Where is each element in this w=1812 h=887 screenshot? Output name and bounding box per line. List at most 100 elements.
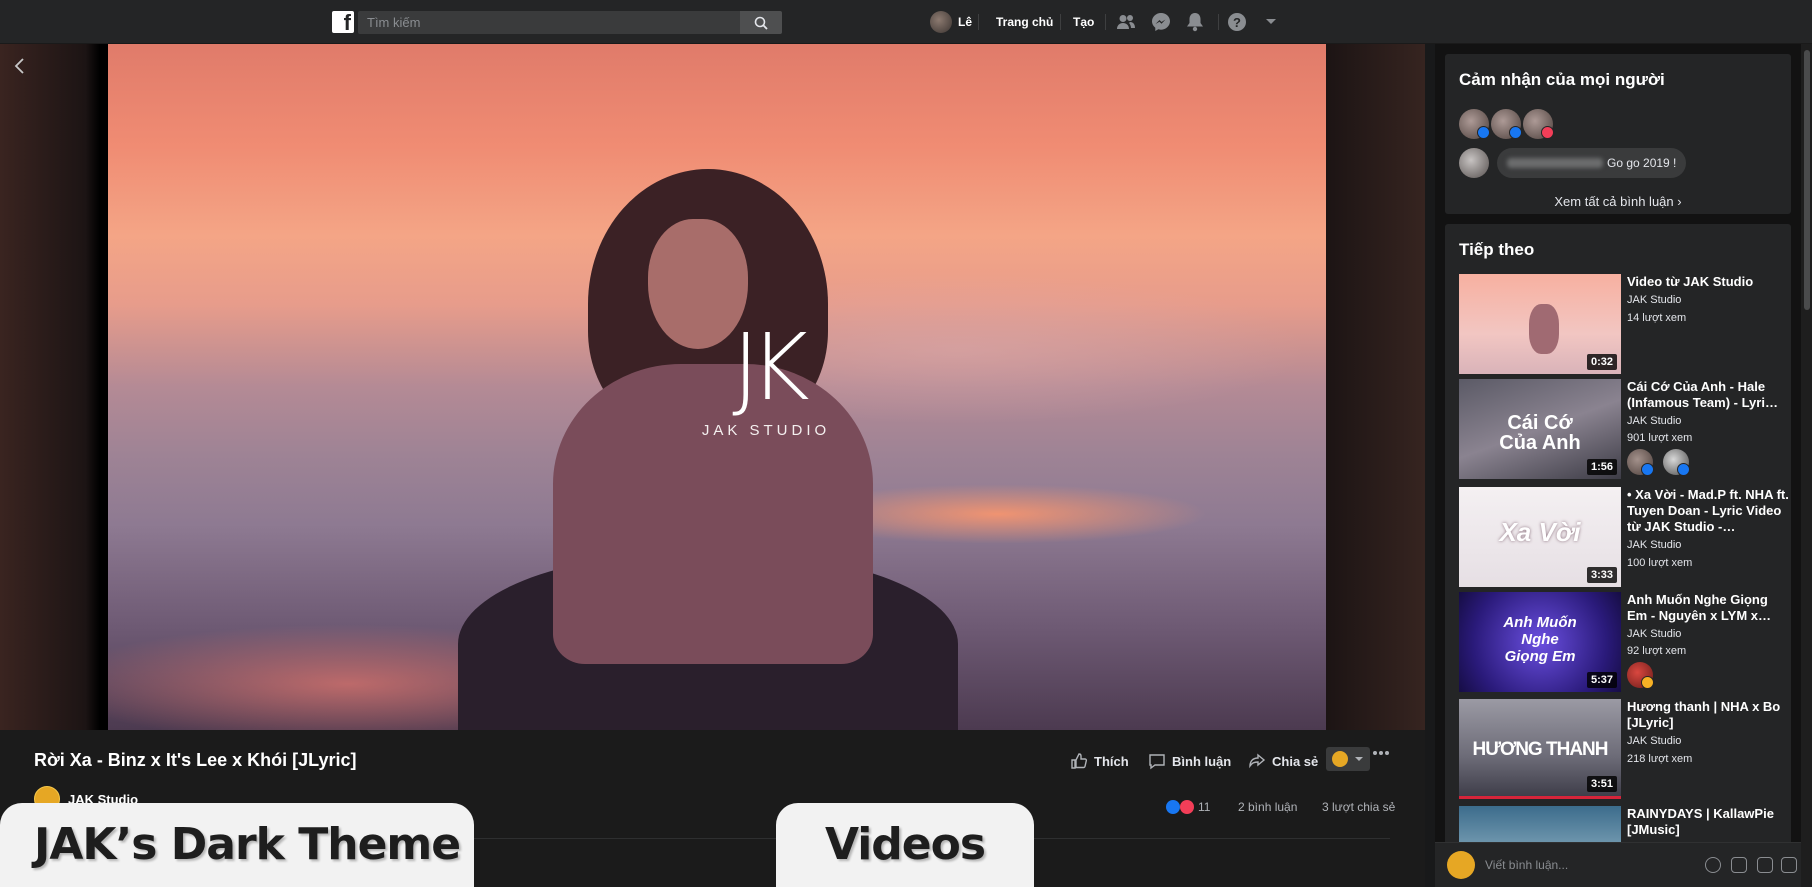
like-badge-icon	[1641, 463, 1654, 476]
comment-bubble[interactable]: Go go 2019 !	[1497, 148, 1687, 178]
love-reaction-icon	[1180, 800, 1194, 814]
like-badge-icon	[1477, 126, 1490, 139]
up-next-video-title: Video từ JAK Studio	[1627, 274, 1754, 289]
reaction-selector[interactable]	[1326, 747, 1370, 771]
duration-badge: 0:32	[1586, 354, 1617, 370]
up-next-item[interactable]: Xa Vời 3:33 • Xa Vời - Mad.P ft. NHA ft.…	[1459, 487, 1789, 587]
thumbnail-title-text: Cái Cớ Của Anh	[1499, 412, 1581, 454]
video-thumbnail[interactable]: Cái Cớ Của Anh 1:56	[1459, 379, 1621, 479]
duration-badge: 3:51	[1586, 776, 1617, 792]
divider	[1060, 14, 1061, 30]
up-next-item[interactable]: Anh Muốn Nghe Giọng Em 5:37 Anh Muốn Ngh…	[1459, 592, 1789, 692]
video-thumbnail[interactable]: Anh Muốn Nghe Giọng Em 5:37	[1459, 592, 1621, 692]
create-link[interactable]: Tạo	[1073, 15, 1094, 29]
messenger-icon[interactable]	[1150, 12, 1172, 32]
up-next-video-title: Hương thanh | NHA x Bo [JLyric]	[1627, 699, 1781, 730]
watermark-text: JAK STUDIO	[701, 422, 831, 439]
thumbnail-figure	[1529, 304, 1559, 354]
like-badge-icon	[1677, 463, 1690, 476]
avatar[interactable]	[1627, 449, 1654, 476]
share-arrow-icon	[1249, 753, 1266, 769]
thumbnail-title-text: Xa Vời	[1499, 517, 1581, 547]
section-banner-label: Videos	[776, 803, 1034, 887]
love-badge-icon	[1541, 126, 1554, 139]
video-thumbnail[interactable]: 0:32	[1459, 274, 1621, 374]
video-stage: JK JAK STUDIO	[0, 44, 1425, 730]
help-icon[interactable]: ?	[1226, 12, 1248, 32]
facebook-logo-icon[interactable]: f	[332, 11, 354, 33]
like-badge-icon	[1509, 126, 1522, 139]
share-button[interactable]: Chia sẻ	[1248, 752, 1318, 770]
sidebar-scrollbar[interactable]	[1801, 44, 1812, 887]
right-sidebar: Cảm nhận của mọi người Go go 2019 ! Xem …	[1435, 44, 1801, 887]
home-link[interactable]: Trang chủ	[996, 15, 1053, 29]
up-next-item[interactable]: 0:32 Video từ JAK Studio JAK Studio 14 l…	[1459, 274, 1789, 374]
see-all-label: Xem tất cả bình luận	[1554, 194, 1674, 209]
back-arrow-icon[interactable]	[10, 56, 30, 76]
comment-input[interactable]	[1485, 852, 1705, 878]
theme-banner-label: JAK’s Dark Theme	[0, 803, 474, 887]
chevron-right-icon: ›	[1677, 194, 1682, 209]
up-next-video-title: Cái Cớ Của Anh - Hale (Infamous Team) - …	[1627, 379, 1778, 410]
scrollbar-thumb[interactable]	[1804, 50, 1810, 310]
search-button[interactable]	[740, 11, 782, 34]
search-input[interactable]	[358, 11, 740, 34]
comment-preview: Go go 2019 !	[1459, 148, 1687, 178]
camera-icon[interactable]	[1731, 857, 1747, 873]
comment-label: Bình luận	[1172, 753, 1232, 769]
sticker-icon[interactable]	[1781, 857, 1797, 873]
share-label: Chia sẻ	[1272, 753, 1319, 769]
share-count[interactable]: 3 lượt chia sẻ	[1322, 800, 1395, 814]
up-next-video-title: Anh Muốn Nghe Giọng Em - Nguyên x LYM x…	[1627, 592, 1771, 623]
up-next-video-title: • Xa Vời - Mad.P ft. NHA ft. Tuyen Doan …	[1627, 487, 1789, 534]
user-name: Lê	[958, 15, 973, 29]
chevron-down-icon	[1355, 757, 1363, 761]
see-all-comments-link[interactable]: Xem tất cả bình luận ›	[1445, 194, 1791, 209]
comment-count[interactable]: 2 bình luận	[1238, 800, 1297, 814]
up-next-item[interactable]: Cái Cớ Của Anh 1:56 Cái Cớ Của Anh - Hal…	[1459, 379, 1789, 479]
like-button[interactable]: Thích	[1070, 752, 1129, 770]
jak-monogram: JK	[732, 314, 809, 421]
reactor-avatars	[1627, 449, 1690, 476]
up-next-item[interactable]: HƯƠNG THANH 3:51 Hương thanh | NHA x Bo …	[1459, 699, 1789, 799]
video-thumbnail[interactable]: Xa Vời 3:33	[1459, 487, 1621, 587]
video-title: Rời Xa - Binz x It's Lee x Khói [JLyric]	[34, 750, 357, 770]
reactor-avatars	[1627, 662, 1654, 689]
divider	[1218, 14, 1219, 30]
avatar[interactable]	[1627, 662, 1654, 689]
channel-name: JAK Studio	[1627, 628, 1682, 640]
profile-link[interactable]: Lê	[930, 11, 972, 33]
view-count: 100 lượt xem	[1627, 557, 1693, 569]
view-count: 901 lượt xem	[1627, 432, 1693, 444]
top-navigation-bar: f Lê Trang chủ Tạo ?	[0, 0, 1812, 44]
notifications-bell-icon[interactable]	[1184, 12, 1206, 32]
like-thumb-icon	[1071, 753, 1088, 769]
up-next-video-title: RAINYDAYS | KallawPie [JMusic]	[1627, 806, 1774, 837]
friend-requests-icon[interactable]	[1115, 12, 1137, 32]
more-options-icon[interactable]	[1372, 750, 1390, 756]
duration-badge: 1:56	[1586, 459, 1617, 475]
comment-button[interactable]: Bình luận	[1148, 752, 1231, 770]
like-reaction-icon	[1166, 800, 1180, 814]
comment-text: Go go 2019 !	[1607, 156, 1677, 170]
video-thumbnail[interactable]: HƯƠNG THANH 3:51	[1459, 699, 1621, 799]
emoji-icon[interactable]	[1705, 857, 1721, 873]
divider	[1105, 14, 1106, 30]
avatar[interactable]	[1663, 449, 1690, 476]
blurred-commenter-name	[1507, 158, 1603, 168]
gif-icon[interactable]	[1757, 857, 1773, 873]
divider	[978, 14, 979, 30]
duration-badge: 3:33	[1586, 567, 1617, 583]
video-player[interactable]: JK JAK STUDIO	[108, 44, 1326, 730]
view-count: 218 lượt xem	[1627, 753, 1693, 765]
search-icon	[754, 16, 768, 30]
thumbnail-title-text: Anh Muốn Nghe Giọng Em	[1503, 614, 1577, 665]
avatar[interactable]	[1459, 148, 1489, 178]
duration-badge: 5:37	[1586, 672, 1617, 688]
view-count: 92 lượt xem	[1627, 645, 1687, 657]
like-label: Thích	[1094, 753, 1129, 769]
reaction-summary[interactable]: 11	[1166, 800, 1210, 814]
channel-name: JAK Studio	[1627, 294, 1682, 306]
account-menu-chevron-down-icon[interactable]	[1260, 12, 1282, 32]
thumbnail-title-text: HƯƠNG THANH	[1472, 739, 1609, 760]
